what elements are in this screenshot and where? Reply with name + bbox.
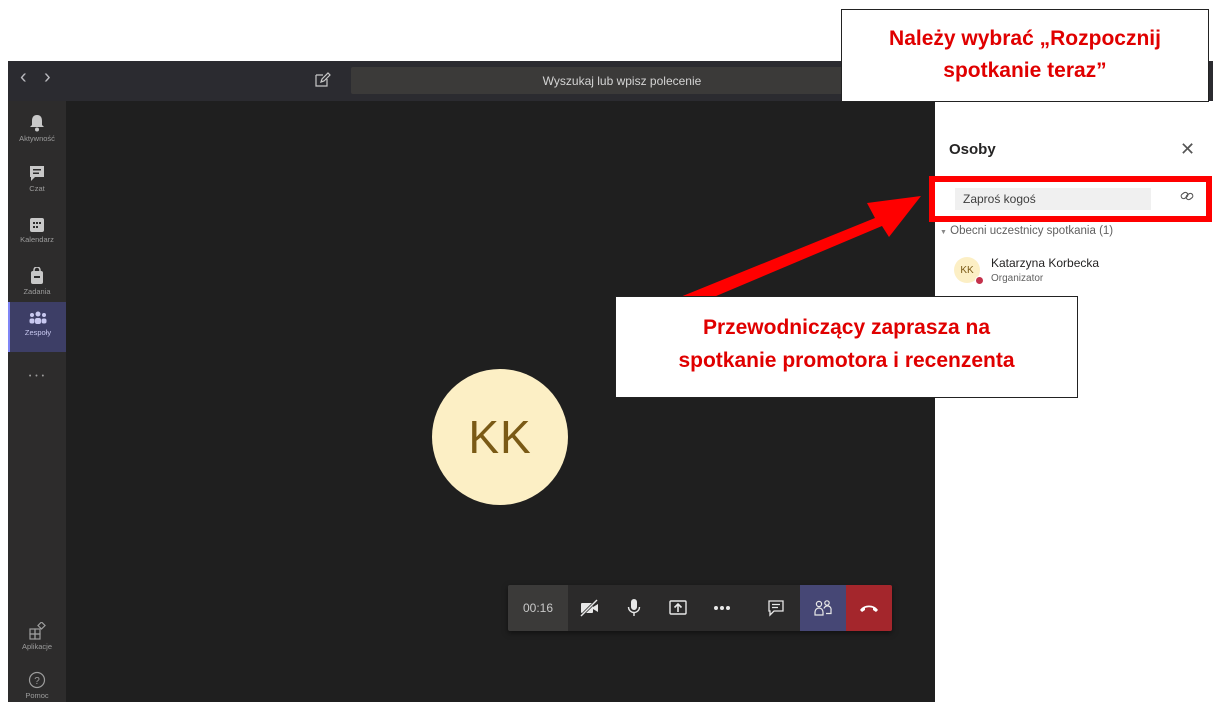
close-icon[interactable]: ✕ [1180, 139, 1195, 160]
annotation-top-line2: spotkanie teraz” [943, 59, 1107, 82]
annotation-top-line1: Należy wybrać „Rozpocznij [889, 27, 1161, 50]
rail-label-assignments: Zadania [23, 287, 51, 296]
annotation-middle-line2: spotkanie promotora i recenzenta [678, 349, 1015, 372]
teams-icon [29, 311, 47, 324]
meeting-stage: KK 00:16 [66, 101, 935, 702]
annotation-middle-line1: Przewodniczący zaprasza na [702, 316, 991, 339]
annotation-invite-participants: Przewodniczący zaprasza na spotkanie pro… [615, 296, 1078, 398]
search-bar[interactable]: Wyszukaj lub wpisz polecenie [351, 67, 893, 94]
rail-item-apps[interactable]: Aplikacje [8, 614, 66, 664]
camera-off-icon [579, 599, 599, 617]
rail-item-help[interactable]: ? Pomoc [8, 663, 66, 703]
more-apps-icon[interactable]: • • • [8, 373, 66, 380]
apps-icon [29, 622, 46, 640]
help-icon: ? [28, 671, 46, 689]
people-panel-title: Osoby [949, 141, 996, 158]
rail-label-activity: Aktywność [19, 134, 55, 143]
share-screen-button[interactable] [656, 585, 700, 631]
left-rail: Aktywność Czat Kalendarz Zadania Zespoły… [8, 101, 66, 702]
share-screen-icon [669, 600, 687, 615]
svg-text:?: ? [34, 676, 40, 687]
conversation-icon [768, 600, 784, 617]
participant-avatar-large: KK [432, 369, 568, 505]
rail-label-teams: Zespoły [24, 328, 52, 337]
bell-icon [30, 115, 44, 132]
bag-icon [31, 267, 43, 284]
more-actions-button[interactable] [700, 585, 744, 631]
rail-item-teams[interactable]: Zespoły [8, 302, 66, 352]
call-timer: 00:16 [508, 585, 568, 631]
rail-label-calendar: Kalendarz [20, 235, 54, 244]
rail-label-help: Pomoc [25, 691, 49, 700]
rail-item-calendar[interactable]: Kalendarz [8, 209, 66, 259]
section-header-label: Obecni uczestnicy spotkania (1) [950, 225, 1114, 237]
collapse-chevron-icon: ▼ [940, 229, 947, 236]
show-participants-button[interactable] [800, 585, 846, 631]
calendar-icon [30, 218, 44, 232]
participant-name: Katarzyna Korbecka [991, 256, 1100, 270]
current-participants-header[interactable]: ▼ Obecni uczestnicy spotkania (1) [940, 225, 1113, 237]
rail-label-apps: Aplikacje [21, 642, 52, 651]
participant-row[interactable]: KK Katarzyna Korbecka Organizator [947, 254, 1197, 288]
presence-status-icon [975, 276, 984, 285]
rail-label-chat: Czat [29, 184, 45, 193]
rail-item-chat[interactable]: Czat [8, 157, 66, 207]
call-controls-bar: 00:16 [508, 585, 892, 631]
participant-role: Organizator [991, 273, 1044, 284]
participants-icon [814, 600, 832, 616]
chat-toggle-button[interactable] [754, 585, 798, 631]
hang-up-button[interactable] [846, 585, 892, 631]
compose-icon[interactable] [313, 71, 331, 89]
microphone-button[interactable] [612, 585, 656, 631]
more-actions-icon [714, 606, 730, 610]
rail-item-activity[interactable]: Aktywność [8, 106, 66, 156]
chat-icon [30, 166, 44, 181]
camera-toggle-button[interactable] [568, 585, 612, 631]
annotation-start-meeting: Należy wybrać „Rozpocznij spotkanie tera… [841, 9, 1209, 102]
invite-highlight-box [929, 176, 1212, 222]
microphone-icon [627, 599, 641, 616]
hang-up-icon [860, 605, 878, 612]
back-arrow-icon[interactable]: ‹ [20, 66, 27, 89]
forward-arrow-icon[interactable]: › [44, 66, 51, 89]
